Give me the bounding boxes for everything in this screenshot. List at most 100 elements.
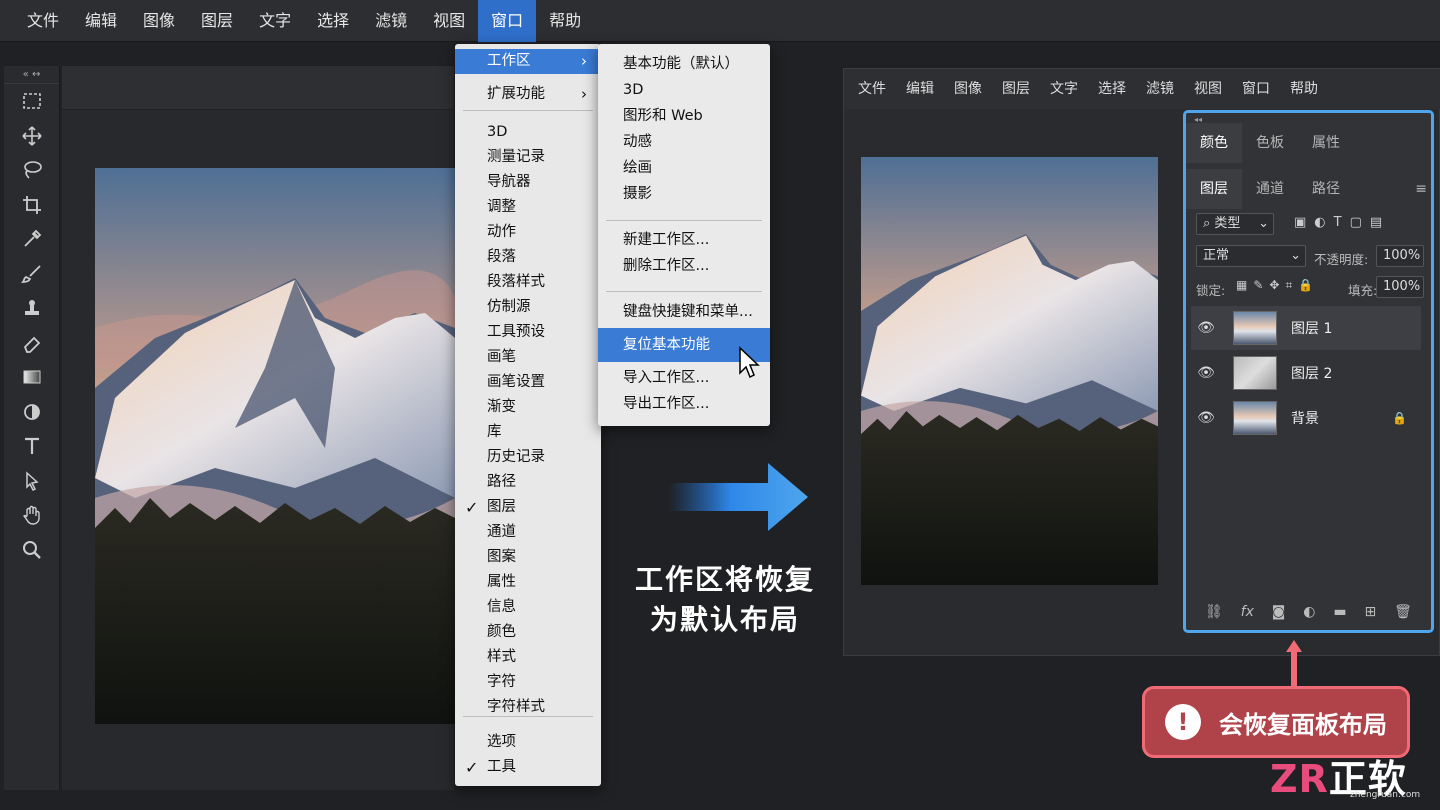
menu-9[interactable]: 帮助 bbox=[536, 0, 594, 42]
window-menu-item[interactable]: 颜色 bbox=[455, 620, 601, 645]
workspace-menu-item[interactable]: 基本功能（默认） bbox=[598, 51, 770, 77]
workspace-menu-item[interactable]: 新建工作区... bbox=[598, 227, 770, 253]
window-menu-item[interactable]: 库 bbox=[455, 420, 601, 445]
window-menu-item[interactable]: 图层 ✓ bbox=[455, 495, 601, 520]
tab-color[interactable]: 颜色 bbox=[1186, 123, 1242, 163]
menu-0[interactable]: 文件 bbox=[14, 0, 72, 42]
after-menu-5[interactable]: 选择 bbox=[1088, 69, 1136, 109]
after-menu-4[interactable]: 文字 bbox=[1040, 69, 1088, 109]
window-menu-item[interactable]: 测量记录 bbox=[455, 145, 601, 170]
after-menu-2[interactable]: 图像 bbox=[944, 69, 992, 109]
after-menu-9[interactable]: 帮助 bbox=[1280, 69, 1328, 109]
menu-2[interactable]: 图像 bbox=[130, 0, 188, 42]
layer-row[interactable]: 👁 图层 2 bbox=[1191, 351, 1421, 395]
window-menu-item[interactable]: 历史记录 bbox=[455, 445, 601, 470]
menu-item-label: 删除工作区... bbox=[623, 258, 710, 274]
tab-swatches[interactable]: 色板 bbox=[1242, 123, 1298, 163]
link-icon[interactable]: ⛓ bbox=[1205, 604, 1223, 620]
layer-row[interactable]: 👁 图层 1 bbox=[1191, 306, 1421, 350]
marquee-tool-icon[interactable] bbox=[4, 84, 60, 119]
path-select-tool-icon[interactable] bbox=[4, 464, 60, 499]
window-menu-item[interactable]: 样式 bbox=[455, 645, 601, 670]
menu-6[interactable]: 滤镜 bbox=[362, 0, 420, 42]
window-menu-item[interactable]: 导航器 bbox=[455, 170, 601, 195]
eye-icon[interactable]: 👁 bbox=[1191, 320, 1221, 336]
mask-icon[interactable]: ◙ bbox=[1272, 604, 1286, 620]
workspace-menu-item[interactable]: 删除工作区... bbox=[598, 253, 770, 279]
hand-tool-icon[interactable] bbox=[4, 498, 60, 533]
tab-paths[interactable]: 路径 bbox=[1298, 169, 1354, 209]
adjustment-icon[interactable]: ◐ bbox=[1303, 604, 1315, 620]
fill-input[interactable]: 100% bbox=[1376, 276, 1424, 298]
menu-8[interactable]: 窗口 bbox=[478, 0, 537, 42]
after-menu-3[interactable]: 图层 bbox=[992, 69, 1040, 109]
window-menu-item[interactable]: 通道 bbox=[455, 520, 601, 545]
menu-1[interactable]: 编辑 bbox=[72, 0, 130, 42]
new-layer-icon[interactable]: ⊞ bbox=[1365, 604, 1377, 620]
workspace-menu-item[interactable]: 动感 bbox=[598, 129, 770, 155]
filter-kind-select[interactable]: ⌕ 类型 ⌄ bbox=[1196, 213, 1274, 235]
window-menu-item[interactable]: 信息 bbox=[455, 595, 601, 620]
window-menu-item[interactable]: 路径 bbox=[455, 470, 601, 495]
window-menu-item[interactable]: 字符 bbox=[455, 670, 601, 695]
workspace-menu-item[interactable]: 3D bbox=[598, 77, 770, 103]
window-menu-item[interactable]: 仿制源 bbox=[455, 295, 601, 320]
workspace-menu-item[interactable]: 键盘快捷键和菜单... bbox=[598, 299, 770, 325]
fx-icon[interactable]: fx bbox=[1241, 604, 1254, 620]
lock-icon[interactable]: 🔒 bbox=[1392, 411, 1407, 425]
window-menu-item[interactable]: 段落样式 bbox=[455, 270, 601, 295]
window-menu-item[interactable]: 画笔 bbox=[455, 345, 601, 370]
window-menu-item[interactable]: 工作区 › bbox=[455, 49, 601, 74]
menu-5[interactable]: 选择 bbox=[304, 0, 362, 42]
tab-properties[interactable]: 属性 bbox=[1298, 123, 1354, 163]
workspace-menu-item[interactable]: 摄影 bbox=[598, 181, 770, 207]
trash-icon[interactable]: 🗑 bbox=[1394, 604, 1412, 620]
window-menu-item[interactable]: 属性 bbox=[455, 570, 601, 595]
window-menu-item[interactable]: 画笔设置 bbox=[455, 370, 601, 395]
menu-3[interactable]: 图层 bbox=[188, 0, 246, 42]
layer-filter-icons[interactable]: ▣◐T▢▤ bbox=[1294, 215, 1390, 230]
lock-icons[interactable]: ▦✎✥⌗🔒 bbox=[1236, 278, 1319, 293]
after-menu-0[interactable]: 文件 bbox=[848, 69, 896, 109]
zoom-tool-icon[interactable] bbox=[4, 533, 60, 568]
window-menu-item[interactable]: 工具预设 bbox=[455, 320, 601, 345]
after-menu-1[interactable]: 编辑 bbox=[896, 69, 944, 109]
dodge-tool-icon[interactable] bbox=[4, 395, 60, 430]
after-menu-8[interactable]: 窗口 bbox=[1232, 69, 1280, 109]
folder-icon[interactable]: ▬ bbox=[1333, 604, 1346, 620]
after-menu-6[interactable]: 滤镜 bbox=[1136, 69, 1184, 109]
gradient-tool-icon[interactable] bbox=[4, 360, 60, 395]
move-tool-icon[interactable] bbox=[4, 119, 60, 154]
workspace-menu-item[interactable]: 图形和 Web bbox=[598, 103, 770, 129]
workspace-menu-item[interactable]: 导出工作区... bbox=[598, 391, 770, 417]
type-tool-icon[interactable] bbox=[4, 429, 60, 464]
layer-row[interactable]: 👁 背景 🔒 bbox=[1191, 396, 1421, 440]
panel-menu-icon[interactable]: ≡ bbox=[1401, 169, 1431, 209]
workspace-menu-item[interactable]: 绘画 bbox=[598, 155, 770, 181]
tab-layers[interactable]: 图层 bbox=[1186, 169, 1242, 209]
window-menu-item[interactable]: 选项 bbox=[455, 730, 601, 755]
menu-7[interactable]: 视图 bbox=[420, 0, 478, 42]
stamp-tool-icon[interactable] bbox=[4, 291, 60, 326]
eye-icon[interactable]: 👁 bbox=[1191, 365, 1221, 381]
window-menu-item[interactable]: 渐变 bbox=[455, 395, 601, 420]
eye-icon[interactable]: 👁 bbox=[1191, 410, 1221, 426]
window-menu-item[interactable]: 动作 bbox=[455, 220, 601, 245]
menu-4[interactable]: 文字 bbox=[246, 0, 304, 42]
eyedropper-tool-icon[interactable] bbox=[4, 222, 60, 257]
opacity-input[interactable]: 100% bbox=[1376, 245, 1424, 267]
panel-collapse-icon[interactable]: « ↔ bbox=[4, 66, 59, 84]
after-menu-7[interactable]: 视图 bbox=[1184, 69, 1232, 109]
window-menu-item[interactable]: 工具 ✓ bbox=[455, 755, 601, 780]
tab-channels[interactable]: 通道 bbox=[1242, 169, 1298, 209]
window-menu-item[interactable]: 段落 bbox=[455, 245, 601, 270]
window-menu-item[interactable]: 扩展功能 › bbox=[455, 82, 601, 107]
crop-tool-icon[interactable] bbox=[4, 188, 60, 223]
blend-mode-select[interactable]: 正常 ⌄ bbox=[1196, 245, 1306, 267]
eraser-tool-icon[interactable] bbox=[4, 326, 60, 361]
lasso-tool-icon[interactable] bbox=[4, 153, 60, 188]
window-menu-item[interactable]: 调整 bbox=[455, 195, 601, 220]
brush-tool-icon[interactable] bbox=[4, 257, 60, 292]
window-menu-item[interactable]: 3D bbox=[455, 120, 601, 145]
window-menu-item[interactable]: 图案 bbox=[455, 545, 601, 570]
